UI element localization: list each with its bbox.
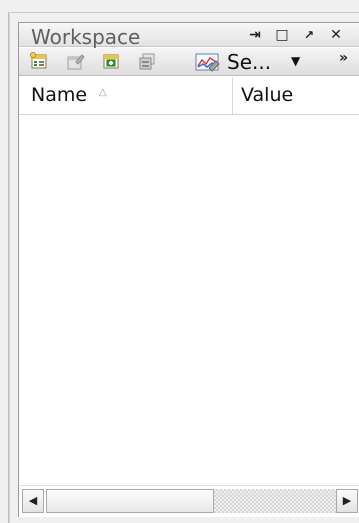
panel-titlebar[interactable]: Workspace ⇥ □ ↗ ✕ [19,23,359,49]
close-icon[interactable]: ✕ [326,25,346,45]
frame-top-edge [10,12,359,13]
pin-icon[interactable]: ⇥ [245,25,265,45]
float-icon[interactable]: ↗ [299,25,319,45]
toolbar-overflow-icon[interactable]: » [339,50,348,66]
edit-item-icon[interactable] [65,52,85,72]
select-icon [194,52,222,74]
sort-ascending-icon: △ [99,87,107,98]
select-dropdown-button[interactable]: Se... ▼ [191,49,315,75]
select-label: Se... [227,50,272,74]
scrollbar-thumb[interactable] [46,489,214,513]
copy-item-icon[interactable] [137,52,157,72]
add-item-icon[interactable] [101,52,121,72]
horizontal-scrollbar[interactable]: ◀ ▶ [19,485,359,517]
column-header-value[interactable]: Value [241,84,293,106]
scroll-left-icon[interactable]: ◀ [22,489,44,513]
list-header: Name △ Value [19,77,359,115]
frame-edge [8,12,10,523]
workspace-list[interactable] [19,115,359,485]
new-item-icon[interactable] [29,52,49,72]
column-header-name[interactable]: Name △ [19,77,233,114]
maximize-icon[interactable]: □ [272,25,292,45]
panel-title: Workspace [31,25,141,49]
panel-toolbar: Se... ▼ » [19,48,359,76]
dropdown-arrow-icon: ▼ [291,54,301,68]
scroll-right-icon[interactable]: ▶ [336,489,358,513]
column-name-label: Name [31,84,88,106]
workspace-panel: Workspace ⇥ □ ↗ ✕ Se... ▼ » Name △ Value… [18,22,359,517]
window-frame: Workspace ⇥ □ ↗ ✕ Se... ▼ » Name △ Value… [0,0,359,523]
